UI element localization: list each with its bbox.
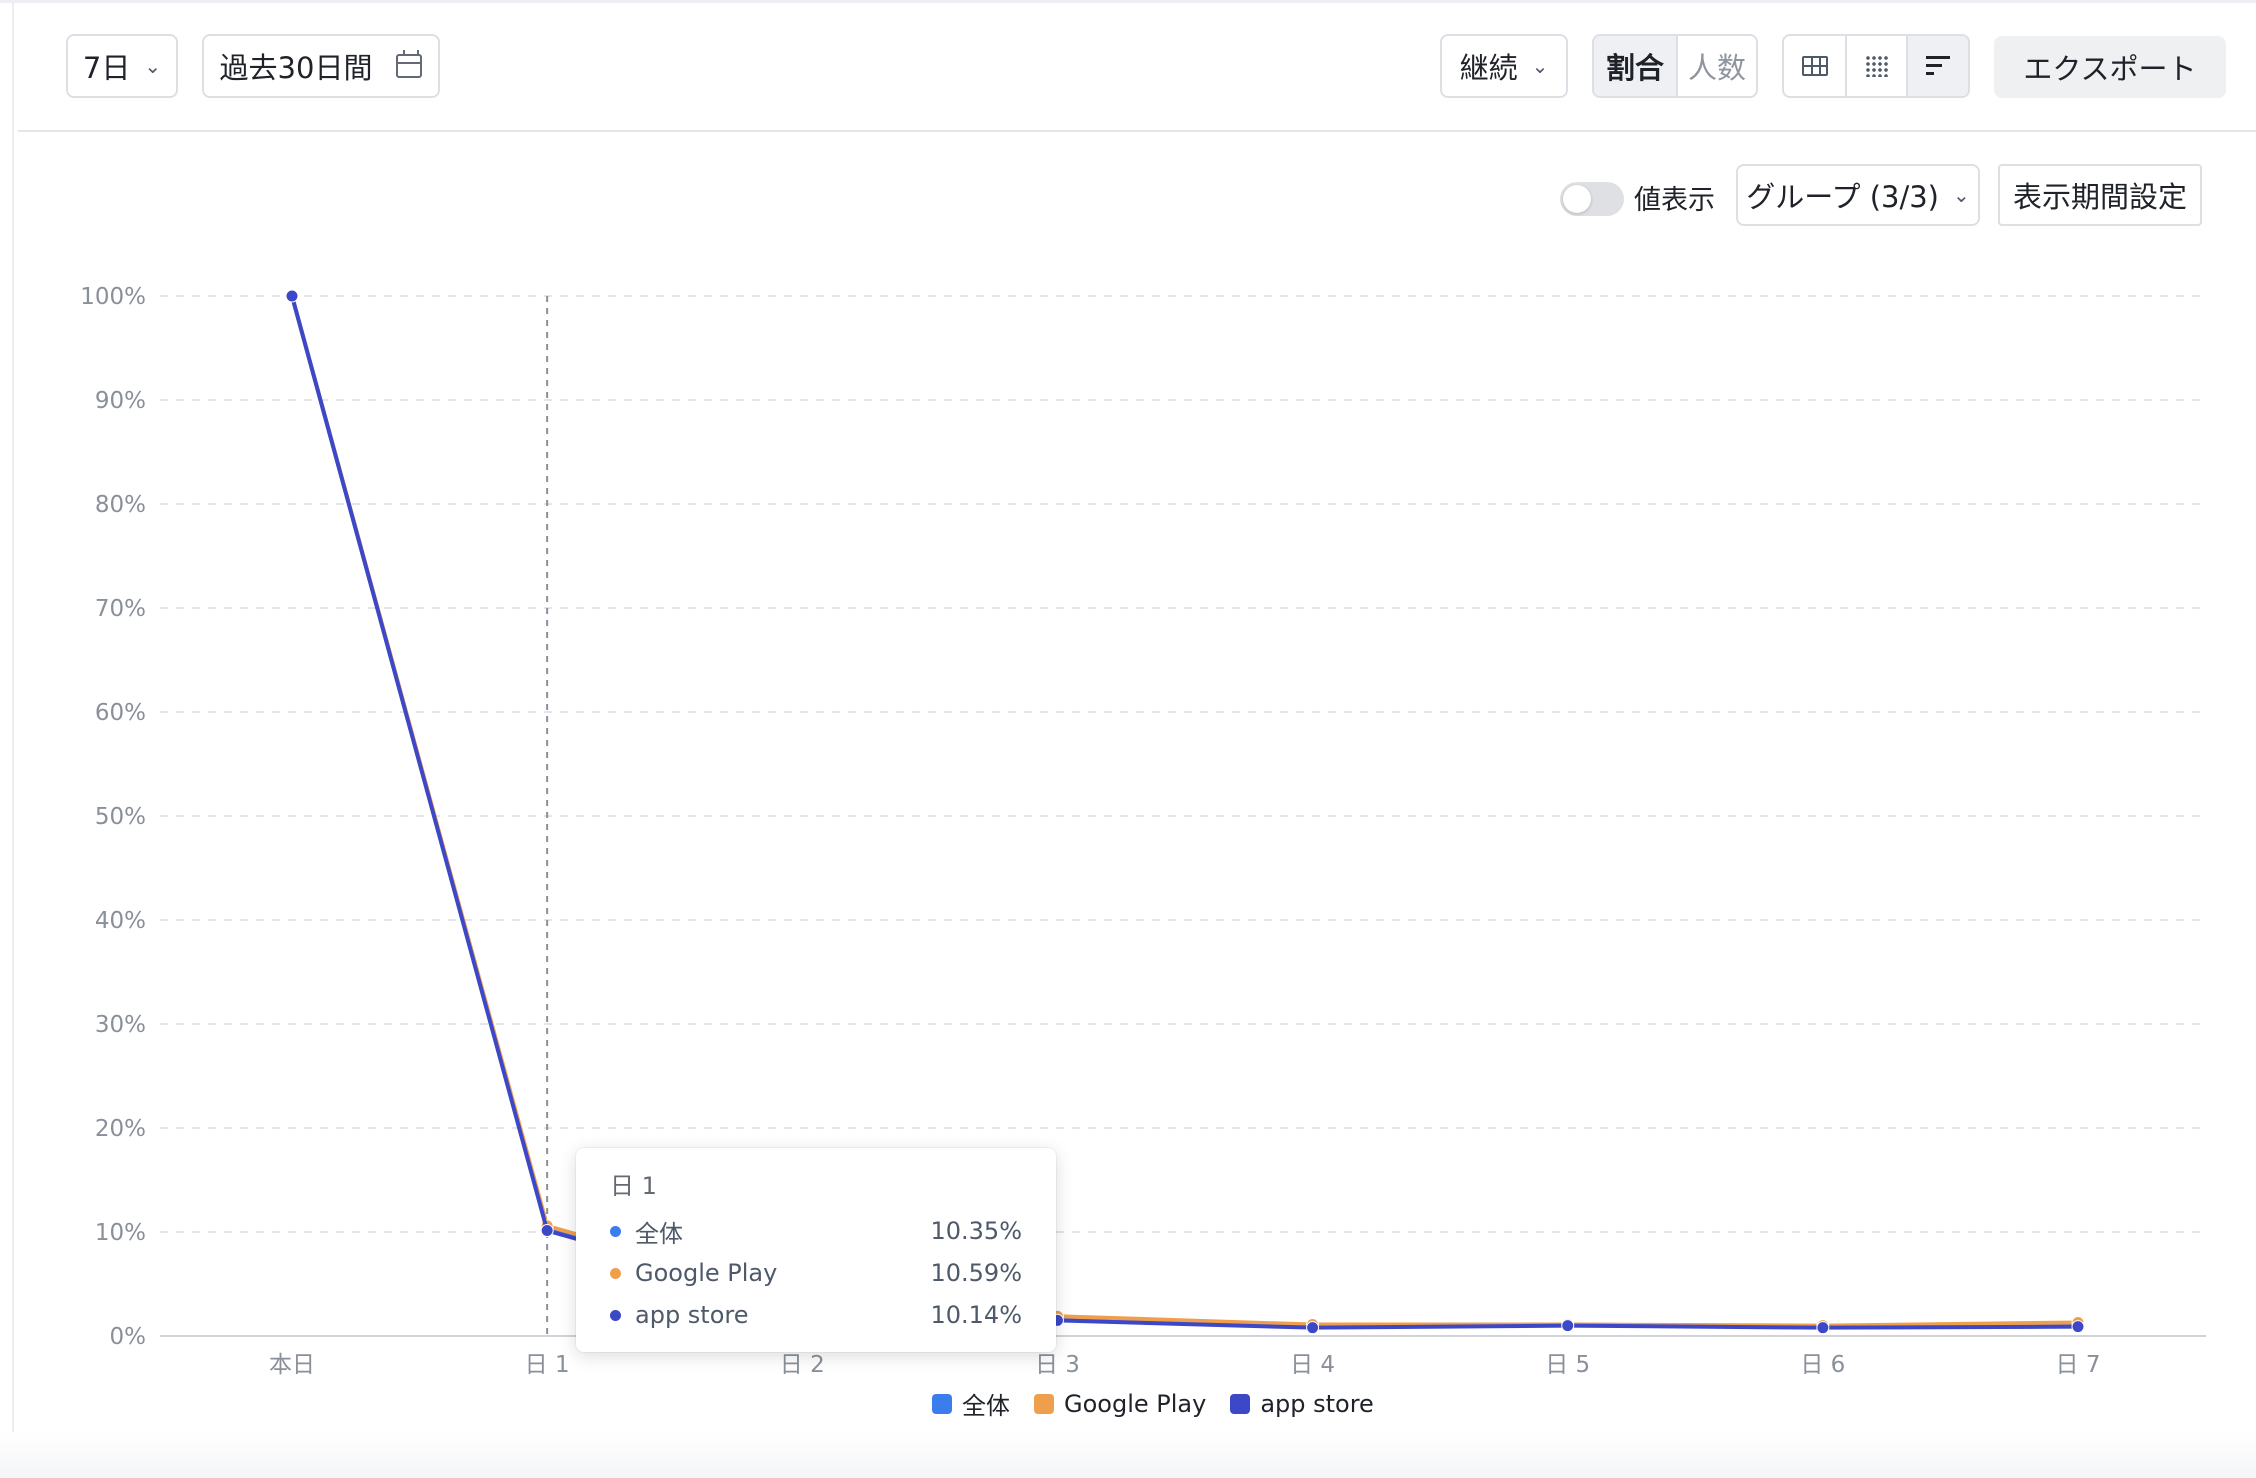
- x-tick-label: 本日: [269, 1352, 315, 1378]
- tooltip-name-google-play: Google Play: [635, 1259, 778, 1287]
- chart-legend: 全体 Google Play app store: [932, 1386, 1398, 1421]
- tooltip-dot-app-store: [610, 1309, 621, 1321]
- legend-item-app-store[interactable]: app store: [1230, 1390, 1374, 1418]
- y-tick-label: 30%: [95, 1012, 146, 1038]
- tooltip-dot-overall: [610, 1225, 621, 1237]
- x-tick-label: 日 5: [1545, 1352, 1590, 1378]
- series-point: [1561, 1319, 1575, 1333]
- x-tick-label: 日 6: [1800, 1352, 1845, 1378]
- tooltip-row-google-play: Google Play 10.59%: [610, 1252, 1022, 1294]
- y-tick-label: 50%: [95, 804, 146, 830]
- chart-series: [285, 289, 2085, 1335]
- x-tick-label: 日 1: [525, 1352, 570, 1378]
- legend-swatch-overall: [932, 1393, 952, 1414]
- legend-label-google-play: Google Play: [1064, 1389, 1207, 1418]
- y-tick-label: 60%: [95, 700, 146, 726]
- tooltip-value-google-play: 10.59%: [930, 1259, 1022, 1287]
- series-line-1: [290, 294, 2080, 1328]
- retention-line-chart: 0%10%20%30%40%50%60%70%80%90%100% 本日日 1日…: [80, 284, 2206, 1378]
- y-tick-label: 90%: [95, 388, 146, 414]
- x-tick-label: 日 7: [2056, 1352, 2101, 1378]
- legend-swatch-google-play: [1034, 1393, 1054, 1414]
- tooltip-title: 日 1: [610, 1172, 657, 1200]
- y-tick-label: 80%: [95, 492, 146, 518]
- series-line-0: [290, 294, 2080, 1329]
- legend-item-overall[interactable]: 全体: [932, 1386, 1010, 1421]
- tooltip-dot-google-play: [610, 1267, 621, 1279]
- tooltip-row-overall: 全体 10.35%: [610, 1210, 1022, 1252]
- x-tick-label: 日 2: [780, 1352, 825, 1378]
- series-point: [1816, 1321, 1830, 1335]
- series-point: [1306, 1321, 1320, 1335]
- x-tick-label: 日 3: [1035, 1352, 1080, 1378]
- retention-page: 7日 ⌄ 過去30日間 継続 ⌄ 割合 人数 エクスポート 値表示 グループ (…: [0, 0, 2256, 1478]
- chart-grid: [160, 295, 2206, 1337]
- y-tick-label: 40%: [95, 908, 146, 934]
- x-axis-ticks: 本日 日 1 日 2 日 3 日 4 日 5 日 6 日 7: [269, 1352, 2100, 1378]
- y-tick-label: 20%: [95, 1116, 146, 1142]
- legend-swatch-app-store: [1230, 1393, 1251, 1414]
- chart-tooltip: 日 1 全体 10.35% Google Play 10.59% app sto…: [576, 1148, 1056, 1352]
- x-tick-label: 日 4: [1290, 1352, 1335, 1378]
- legend-label-app-store: app store: [1260, 1389, 1374, 1418]
- series-point: [285, 289, 299, 303]
- series-point: [540, 1224, 554, 1238]
- tooltip-value-app-store: 10.14%: [930, 1301, 1022, 1329]
- legend-label-overall: 全体: [962, 1392, 1010, 1420]
- tooltip-row-app-store: app store 10.14%: [610, 1294, 1022, 1336]
- y-tick-label: 100%: [80, 284, 146, 310]
- tooltip-name-overall: 全体: [635, 1219, 683, 1248]
- y-tick-label: 10%: [95, 1220, 146, 1246]
- series-point: [2071, 1320, 2085, 1334]
- legend-item-google-play[interactable]: Google Play: [1034, 1390, 1206, 1418]
- series-line-2: [290, 294, 2080, 1330]
- bottom-edge: [0, 1432, 2256, 1478]
- y-axis-ticks: 0% 10% 20% 30% 40% 50% 60% 70% 80% 90% 100%: [80, 284, 146, 1350]
- tooltip-name-app-store: app store: [635, 1301, 749, 1329]
- tooltip-value-overall: 10.35%: [930, 1217, 1022, 1245]
- y-tick-label: 70%: [95, 596, 146, 622]
- y-tick-label: 0%: [110, 1324, 147, 1350]
